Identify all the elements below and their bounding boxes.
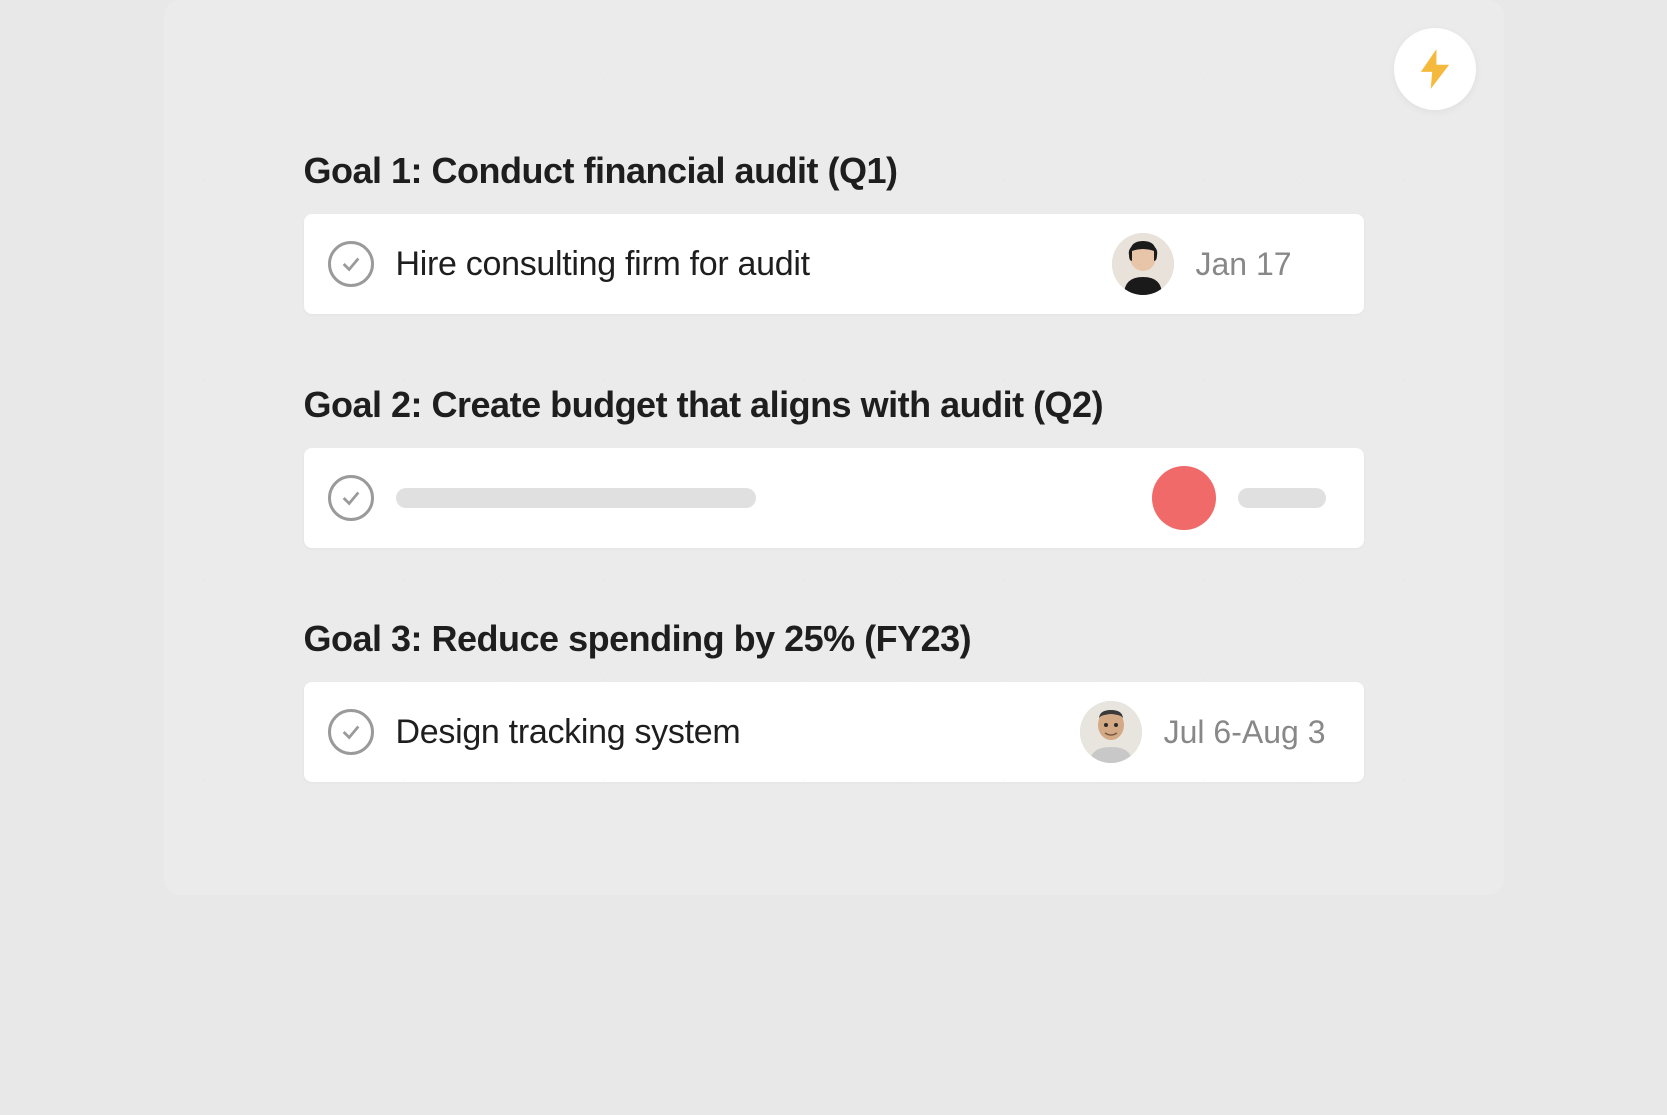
task-due-date: Jul 6-Aug 3 [1164,714,1326,751]
check-icon [340,721,362,743]
goal-title: Goal 3: Reduce spending by 25% (FY23) [304,618,1364,660]
assignee-avatar[interactable] [1112,233,1174,295]
task-row[interactable]: Hire consulting firm for audit Jan 17 [304,214,1364,314]
goals-panel: Goal 1: Conduct financial audit (Q1) Hir… [164,0,1504,895]
check-icon [340,253,362,275]
task-title: Design tracking system [396,713,1080,752]
goal-section: Goal 3: Reduce spending by 25% (FY23) De… [304,618,1364,782]
complete-checkbox[interactable] [328,709,374,755]
goal-section: Goal 2: Create budget that aligns with a… [304,384,1364,548]
complete-checkbox[interactable] [328,475,374,521]
goal-title: Goal 1: Conduct financial audit (Q1) [304,150,1364,192]
task-due-date: Jan 17 [1196,246,1326,283]
task-date-placeholder [1238,488,1326,508]
goals-list: Goal 1: Conduct financial audit (Q1) Hir… [164,0,1504,782]
lightning-icon [1418,49,1452,89]
check-icon [340,487,362,509]
goal-title: Goal 2: Create budget that aligns with a… [304,384,1364,426]
goal-section: Goal 1: Conduct financial audit (Q1) Hir… [304,150,1364,314]
complete-checkbox[interactable] [328,241,374,287]
task-row[interactable]: Design tracking system Jul 6-Aug 3 [304,682,1364,782]
task-title-placeholder [396,488,756,508]
task-title: Hire consulting firm for audit [396,245,1112,284]
assignee-avatar[interactable] [1080,701,1142,763]
task-row[interactable] [304,448,1364,548]
lightning-action-button[interactable] [1394,28,1476,110]
status-indicator[interactable] [1152,466,1216,530]
